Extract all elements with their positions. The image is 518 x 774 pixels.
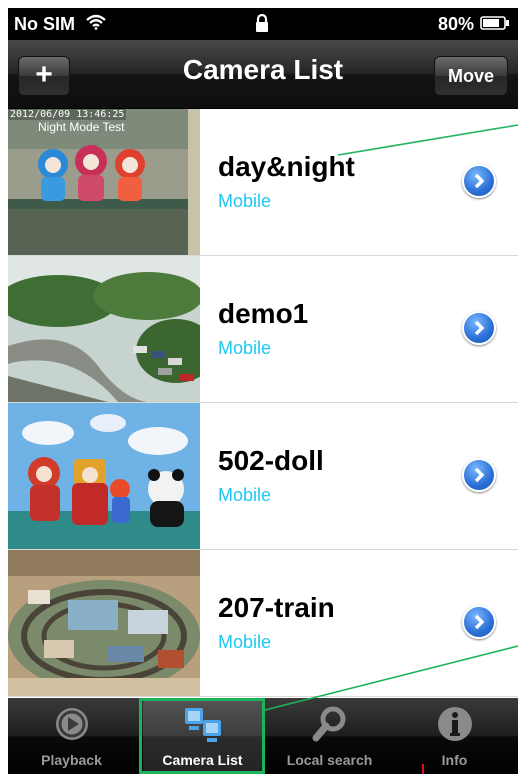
tab-bar: Playback Camera List Local search Info <box>8 698 518 774</box>
camera-name: demo1 <box>218 298 309 329</box>
tab-label: Local search <box>286 752 373 768</box>
camera-name: 207-train <box>218 592 335 623</box>
camera-row-502-doll[interactable]: 502-doll Mobile <box>8 403 518 550</box>
camera-type: Mobile <box>218 338 272 358</box>
camera-list: 2012/06/09 13:46:25 Night Mode Test day&… <box>8 109 518 697</box>
carrier-label: No SIM <box>14 14 75 34</box>
camera-name: day&night <box>218 151 355 182</box>
info-icon <box>435 704 475 744</box>
camera-type: Mobile <box>218 632 272 652</box>
thumbnail-caption: Night Mode Test <box>38 120 125 134</box>
disclosure-chevron-icon[interactable] <box>462 458 496 492</box>
tab-playback[interactable]: Playback <box>8 698 135 774</box>
camera-row-day-night[interactable]: 2012/06/09 13:46:25 Night Mode Test day&… <box>8 109 518 256</box>
camera-type: Mobile <box>218 191 272 211</box>
battery-percent: 80% <box>437 14 474 34</box>
disclosure-chevron-icon[interactable] <box>462 164 496 198</box>
camera-thumbnail <box>8 550 200 696</box>
camera-list-icon <box>183 704 223 744</box>
search-icon <box>310 704 350 744</box>
camera-thumbnail <box>8 256 200 402</box>
tab-info[interactable]: Info <box>391 698 518 774</box>
camera-thumbnail: 2012/06/09 13:46:25 Night Mode Test <box>8 109 200 255</box>
phone-screen: No SIM 80% + Camera List Move 2012/06/09… <box>0 0 518 774</box>
status-bar: No SIM 80% <box>8 8 518 40</box>
lock-icon <box>254 13 270 38</box>
tab-label: Playback <box>41 752 102 768</box>
navigation-bar: + Camera List Move <box>8 40 518 109</box>
tab-local-search[interactable]: Local search <box>266 698 393 774</box>
camera-thumbnail <box>8 403 200 549</box>
camera-name: 502-doll <box>218 445 324 476</box>
disclosure-chevron-icon[interactable] <box>462 605 496 639</box>
annotation-red-mark <box>422 764 424 774</box>
camera-row-207-train[interactable]: 207-train Mobile <box>8 550 518 697</box>
tab-label: Info <box>441 752 468 768</box>
playback-icon <box>52 704 92 744</box>
wifi-icon <box>85 14 107 35</box>
add-camera-button[interactable]: + <box>18 56 70 96</box>
battery-icon <box>480 14 510 35</box>
move-button[interactable]: Move <box>434 56 508 96</box>
tab-label: Camera List <box>162 752 243 768</box>
tab-camera-list[interactable]: Camera List <box>139 698 266 774</box>
thumbnail-timestamp: 2012/06/09 13:46:25 <box>8 109 127 120</box>
disclosure-chevron-icon[interactable] <box>462 311 496 345</box>
camera-row-demo1[interactable]: demo1 Mobile <box>8 256 518 403</box>
camera-type: Mobile <box>218 485 272 505</box>
